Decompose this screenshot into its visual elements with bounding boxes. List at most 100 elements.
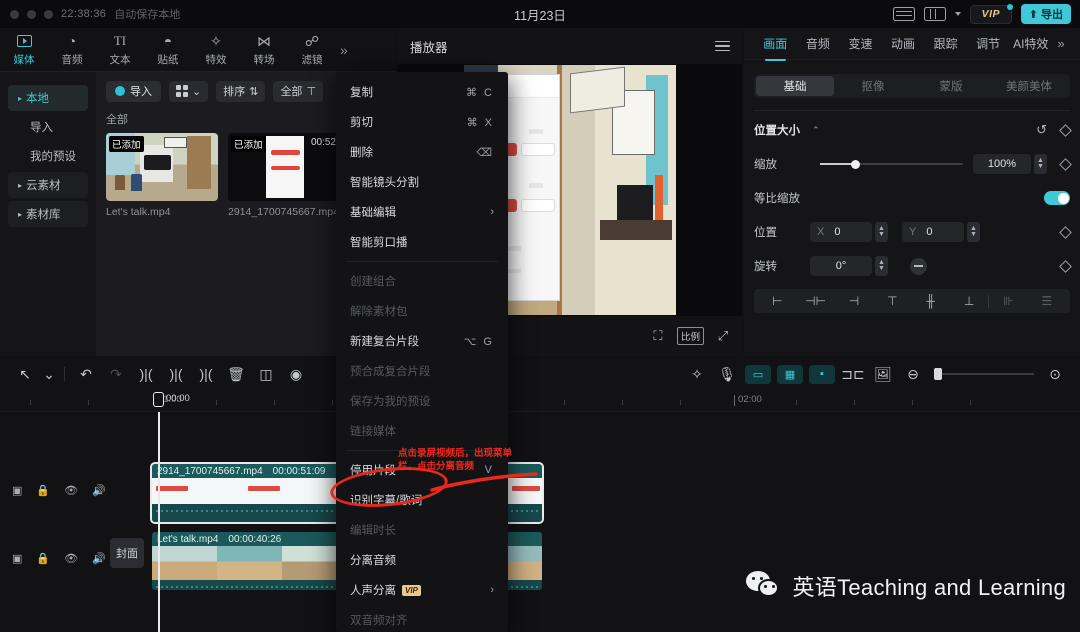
tab-text[interactable]: TI 文本 (96, 32, 144, 67)
split-left-icon[interactable]: )|( (131, 366, 161, 382)
sidebar-item-presets[interactable]: 我的预设 (8, 143, 88, 169)
media-item[interactable]: 已添加 00:52 2914_1700745667.mp4 (228, 133, 340, 218)
ratio-button[interactable]: 比例 (676, 327, 704, 345)
position-y-stepper[interactable]: ▲ ▼ (967, 222, 980, 242)
rotate-stepper[interactable]: ▲ ▼ (875, 256, 888, 276)
hamburger-icon[interactable] (715, 38, 730, 55)
track-type-icon[interactable]: ▣ (12, 552, 22, 565)
align-top-icon[interactable]: ⊤ (873, 294, 911, 308)
tab-effects[interactable]: ✧ 特效 (192, 32, 240, 67)
sidebar-item-stock[interactable]: ▸ 素材库 (8, 201, 88, 227)
redo-icon[interactable]: ↷ (101, 366, 131, 383)
link-audio-icon[interactable]: ▦ (777, 364, 803, 384)
media-item[interactable]: 已添加 Let's talk.mp4 (106, 133, 218, 218)
keyboard-icon[interactable] (892, 7, 915, 21)
align-bottom-icon[interactable]: ⊥ (950, 294, 988, 308)
tab-sticker[interactable]: ◓ 贴纸 (144, 32, 192, 67)
track-type-icon[interactable]: ▣ (12, 484, 22, 497)
position-x-stepper[interactable]: ▲ ▼ (875, 222, 888, 242)
position-x-input[interactable]: X 0 (810, 222, 872, 242)
auto-snap-icon[interactable]: ▭ (745, 364, 771, 384)
uniform-scale-toggle[interactable] (1044, 191, 1070, 205)
keyframe-diamond-icon[interactable] (1059, 123, 1072, 137)
scale-slider[interactable] (820, 157, 963, 171)
window-controls[interactable] (0, 9, 53, 19)
scale-value-input[interactable]: 100% (973, 154, 1031, 174)
timeline-zoom-slider[interactable] (934, 367, 1034, 381)
align-center-v-icon[interactable]: ╫ (912, 294, 950, 308)
tab-tracking[interactable]: 跟踪 (924, 35, 967, 52)
sidebar-item-cloud[interactable]: ▸ 云素材 (8, 172, 88, 198)
chevron-down-icon[interactable] (954, 12, 961, 16)
position-y-input[interactable]: Y 0 (902, 222, 964, 242)
mirror-icon[interactable]: ◉ (281, 366, 311, 383)
slider-knob[interactable] (851, 159, 861, 169)
menu-item-smart-oral-cut[interactable]: 智能剪口播 (336, 227, 508, 257)
select-arrow-icon[interactable]: ↖ (10, 366, 40, 383)
thumbnail-toggle-icon[interactable]: 🖼 (868, 366, 898, 383)
lock-icon[interactable]: 🔒 (36, 484, 50, 497)
align-center-h-icon[interactable]: ⊣⊢ (796, 294, 834, 308)
playhead-handle[interactable] (153, 392, 164, 407)
magic-wand-icon[interactable]: ✧ (682, 366, 712, 383)
tab-picture[interactable]: 画面 (754, 35, 797, 61)
microphone-icon[interactable]: 🎙 (712, 366, 742, 383)
eye-icon[interactable]: 👁 (64, 484, 78, 497)
align-left-icon[interactable]: ⊢ (758, 294, 796, 308)
tab-speed[interactable]: 变速 (839, 35, 882, 52)
keyframe-diamond-icon[interactable] (1059, 259, 1072, 273)
collapse-caret-icon[interactable]: ⌃ (812, 125, 820, 136)
layout-icon[interactable] (923, 7, 946, 21)
close-window-button[interactable] (10, 9, 19, 19)
adsorb-icon[interactable]: ▪ (809, 364, 835, 384)
menu-item-basic-edit[interactable]: 基础编辑 › (336, 197, 508, 227)
more-tabs-icon[interactable]: » (340, 42, 348, 58)
mute-icon[interactable]: 🔊 (92, 552, 106, 565)
maximize-window-button[interactable] (44, 9, 53, 19)
cut-marker-icon[interactable]: ⊐⊏ (838, 366, 868, 383)
media-thumbnail[interactable]: 已添加 (106, 133, 218, 201)
keyframe-diamond-icon[interactable] (1059, 225, 1072, 239)
playhead[interactable]: 00:00 (153, 392, 190, 632)
sort-button[interactable]: 排序 ⇅ (216, 80, 266, 102)
segment-basic[interactable]: 基础 (756, 76, 834, 96)
keyframe-diamond-icon[interactable] (1059, 157, 1072, 171)
align-right-icon[interactable]: ⊣ (835, 294, 873, 308)
rotate-value-input[interactable]: 0° (810, 256, 872, 276)
distribute-h-icon[interactable]: ⊪ (989, 294, 1027, 308)
fullscreen-icon[interactable]: ⤢ (714, 328, 732, 344)
tab-ai-effects[interactable]: AI特效 (1009, 35, 1052, 52)
tab-audio[interactable]: ◔ 音频 (48, 32, 96, 67)
distribute-v-icon[interactable]: ☰ (1028, 294, 1066, 308)
cover-button[interactable]: 封面 (110, 538, 144, 568)
menu-item-vocal-separation[interactable]: 人声分离 VIP › (336, 575, 508, 605)
tab-audio[interactable]: 音频 (797, 35, 840, 52)
split-icon[interactable]: )|( (161, 366, 191, 382)
scale-stepper[interactable]: ▲ ▼ (1034, 154, 1047, 174)
delete-trash-icon[interactable]: 🗑 (221, 366, 251, 383)
view-mode-button[interactable]: ⌄ (169, 80, 209, 102)
zoom-fit-icon[interactable]: ⊙ (1040, 366, 1070, 383)
fit-screen-icon[interactable]: ⛶ (649, 328, 667, 344)
menu-item-cut[interactable]: 剪切 ⌘ X (336, 107, 508, 137)
menu-item-new-compound-clip[interactable]: 新建复合片段 ⌥ G (336, 326, 508, 356)
undo-icon[interactable]: ↶ (71, 366, 101, 383)
filter-button[interactable]: 全部 ⊤ (273, 80, 324, 102)
import-button[interactable]: 导入 (106, 80, 161, 102)
tab-transition[interactable]: ⋈ 转场 (240, 32, 288, 67)
tab-filter[interactable]: ☍ 滤镜 (288, 32, 336, 67)
media-thumbnail[interactable]: 已添加 00:52 (228, 133, 340, 201)
rotate-dial[interactable] (910, 257, 927, 275)
crop-icon[interactable]: ◫ (251, 366, 281, 383)
sidebar-item-local[interactable]: ▸ 本地 (8, 85, 88, 111)
menu-item-delete[interactable]: 删除 ⌫ (336, 137, 508, 167)
sidebar-item-import[interactable]: 导入 (8, 114, 88, 140)
lock-icon[interactable]: 🔒 (36, 552, 50, 565)
segment-keying[interactable]: 抠像 (834, 76, 912, 96)
eye-icon[interactable]: 👁 (64, 552, 78, 565)
segment-beauty[interactable]: 美颜美体 (990, 76, 1068, 96)
vip-button[interactable]: VIP (969, 3, 1013, 24)
export-button[interactable]: ⬆ 导出 (1020, 4, 1071, 24)
menu-item-copy[interactable]: 复制 ⌘ C (336, 77, 508, 107)
tab-animation[interactable]: 动画 (882, 35, 925, 52)
